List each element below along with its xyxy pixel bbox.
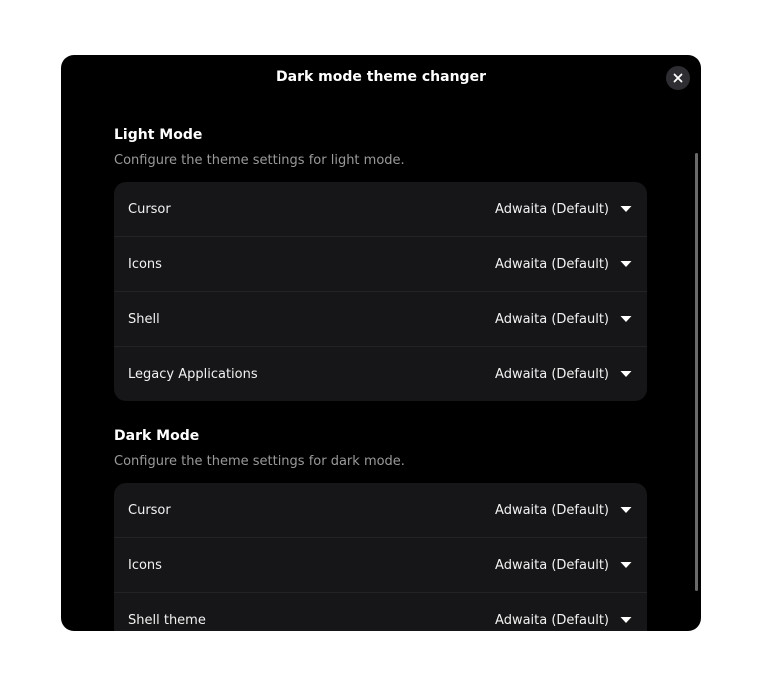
close-button[interactable] — [666, 66, 690, 90]
header-bar: Dark mode theme changer — [61, 55, 701, 101]
dark-cursor-dropdown-value[interactable]: Adwaita (Default) — [495, 503, 609, 518]
row-label: Cursor — [128, 201, 171, 217]
dark-mode-description: Configure the theme settings for dark mo… — [114, 454, 405, 469]
pan-down-icon[interactable] — [619, 257, 633, 271]
light-mode-group: Light Mode Configure the theme settings … — [114, 125, 647, 401]
dark-shell-row[interactable]: Shell theme Adwaita (Default) — [114, 593, 647, 631]
dark-cursor-row[interactable]: Cursor Adwaita (Default) — [114, 483, 647, 538]
row-label: Shell theme — [128, 612, 206, 628]
dark-icons-row[interactable]: Icons Adwaita (Default) — [114, 538, 647, 593]
dark-shell-dropdown-value[interactable]: Adwaita (Default) — [495, 613, 609, 628]
pan-down-icon[interactable] — [619, 202, 633, 216]
preferences-page[interactable]: Light Mode Configure the theme settings … — [61, 101, 701, 631]
dialog-title: Dark mode theme changer — [276, 69, 486, 85]
light-icons-row[interactable]: Icons Adwaita (Default) — [114, 237, 647, 292]
pan-down-icon[interactable] — [619, 312, 633, 326]
dark-mode-group: Dark Mode Configure the theme settings f… — [114, 426, 647, 631]
theme-changer-dialog: Dark mode theme changer Light Mode Confi… — [61, 55, 701, 631]
light-legacy-row[interactable]: Legacy Applications Adwaita (Default) — [114, 347, 647, 401]
light-shell-row[interactable]: Shell Adwaita (Default) — [114, 292, 647, 347]
row-label: Icons — [128, 256, 162, 272]
vertical-scrollbar[interactable] — [695, 153, 698, 591]
row-label: Shell — [128, 311, 160, 327]
light-mode-list: Cursor Adwaita (Default) Icons Adwaita (… — [114, 182, 647, 401]
row-label: Legacy Applications — [128, 366, 258, 382]
dark-icons-dropdown-value[interactable]: Adwaita (Default) — [495, 558, 609, 573]
light-mode-description: Configure the theme settings for light m… — [114, 153, 405, 168]
dark-mode-title: Dark Mode — [114, 428, 200, 444]
close-icon — [673, 73, 683, 83]
light-cursor-row[interactable]: Cursor Adwaita (Default) — [114, 182, 647, 237]
light-legacy-dropdown-value[interactable]: Adwaita (Default) — [495, 367, 609, 382]
light-cursor-dropdown-value[interactable]: Adwaita (Default) — [495, 202, 609, 217]
light-icons-dropdown-value[interactable]: Adwaita (Default) — [495, 257, 609, 272]
light-mode-title: Light Mode — [114, 127, 203, 143]
dark-mode-list: Cursor Adwaita (Default) Icons Adwaita (… — [114, 483, 647, 631]
pan-down-icon[interactable] — [619, 503, 633, 517]
pan-down-icon[interactable] — [619, 558, 633, 572]
row-label: Icons — [128, 557, 162, 573]
row-label: Cursor — [128, 502, 171, 518]
pan-down-icon[interactable] — [619, 367, 633, 381]
light-shell-dropdown-value[interactable]: Adwaita (Default) — [495, 312, 609, 327]
pan-down-icon[interactable] — [619, 613, 633, 627]
